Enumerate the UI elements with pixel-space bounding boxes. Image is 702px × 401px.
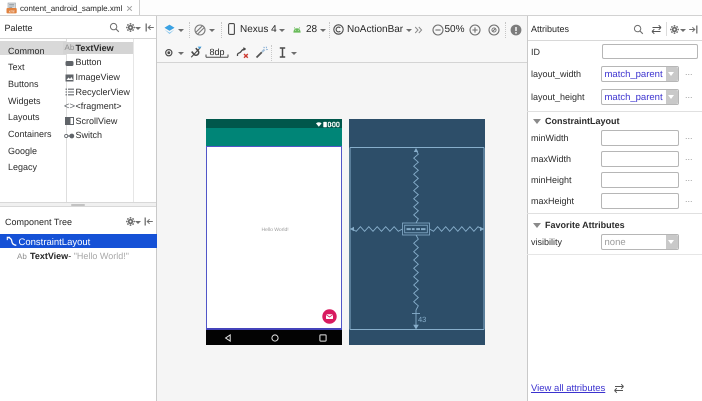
svg-text:43: 43 (418, 315, 426, 324)
svg-text:xml: xml (9, 9, 15, 13)
